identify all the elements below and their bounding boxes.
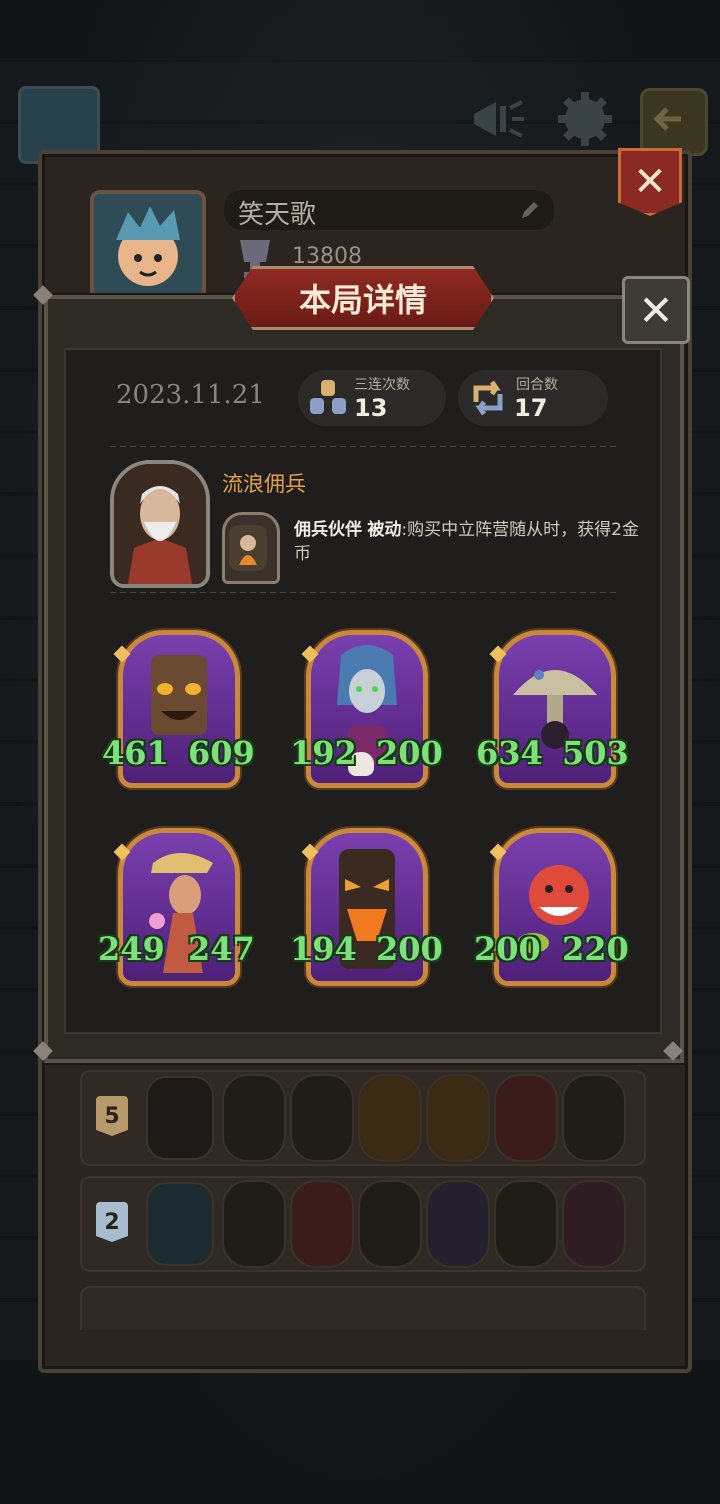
- minion-attack: 192: [290, 734, 357, 772]
- minion-health: 609: [188, 734, 255, 772]
- history-row[interactable]: 2: [80, 1176, 646, 1272]
- rank-badge: 5: [96, 1096, 128, 1136]
- minion-mini: [358, 1180, 422, 1268]
- modal-close-button[interactable]: ✕: [622, 276, 690, 344]
- profile-avatar[interactable]: [90, 190, 206, 302]
- triple-count-label: 三连次数: [354, 377, 410, 393]
- minion-mini: [562, 1074, 626, 1162]
- history-row[interactable]: [80, 1286, 646, 1330]
- announcement-icon[interactable]: [466, 88, 528, 150]
- minion-mini: [494, 1180, 558, 1268]
- minion-health: 247: [188, 930, 255, 968]
- divider: [110, 446, 620, 447]
- hero-mini-portrait: [146, 1182, 214, 1266]
- hero-skill-description: 佣兵伙伴 被动:购买中立阵营随从时，获得2金币: [294, 518, 644, 566]
- minion-mini: [426, 1074, 490, 1162]
- player-rating: 13808: [292, 244, 362, 269]
- minion-mini: [426, 1180, 490, 1268]
- rounds-value: 17: [514, 394, 548, 422]
- minion-attack: 461: [102, 734, 169, 772]
- minion-health: 200: [376, 930, 443, 968]
- triple-count-value: 13: [354, 394, 388, 422]
- rounds-label: 回合数: [516, 377, 558, 393]
- edit-pencil-icon[interactable]: [518, 198, 542, 222]
- minion-mini: [222, 1180, 286, 1268]
- skill-type: 被动: [367, 520, 402, 540]
- match-date: 2023.11.21: [116, 380, 265, 410]
- minion-attack: 200: [474, 930, 541, 968]
- panel-close-button[interactable]: ✕: [618, 148, 682, 216]
- minion-mini: [222, 1074, 286, 1162]
- player-name: 笑天歌: [238, 200, 317, 230]
- close-icon: ✕: [633, 159, 667, 205]
- minion-mini: [562, 1180, 626, 1268]
- rounds-pill: 回合数 17: [458, 370, 608, 426]
- triple-count-pill: 三连次数 13: [298, 370, 446, 426]
- close-icon: ✕: [638, 285, 674, 335]
- rounds-cycle-icon: [468, 378, 508, 418]
- divider: [110, 592, 620, 593]
- hero-mini-portrait: [146, 1076, 214, 1160]
- hero-portrait[interactable]: [110, 460, 210, 588]
- minion-mini: [358, 1074, 422, 1162]
- skill-name: 佣兵伙伴: [294, 520, 362, 540]
- rank-badge: 2: [96, 1202, 128, 1242]
- minion-mini: [290, 1074, 354, 1162]
- minion-mini: [494, 1074, 558, 1162]
- modal-title: 本局详情: [232, 266, 494, 330]
- hero-skill-icon[interactable]: [222, 512, 280, 584]
- hero-name: 流浪佣兵: [222, 472, 306, 496]
- minion-health: 200: [376, 734, 443, 772]
- history-row[interactable]: 5: [80, 1070, 646, 1166]
- minion-health: 220: [562, 930, 629, 968]
- minion-health: 503: [562, 734, 629, 772]
- minion-attack: 634: [476, 734, 543, 772]
- exit-arrow-icon[interactable]: [640, 88, 708, 156]
- settings-gear-icon[interactable]: [554, 88, 616, 150]
- minion-attack: 194: [290, 930, 357, 968]
- minion-mini: [290, 1180, 354, 1268]
- triple-stack-icon: [308, 378, 348, 418]
- minion-attack: 249: [98, 930, 165, 968]
